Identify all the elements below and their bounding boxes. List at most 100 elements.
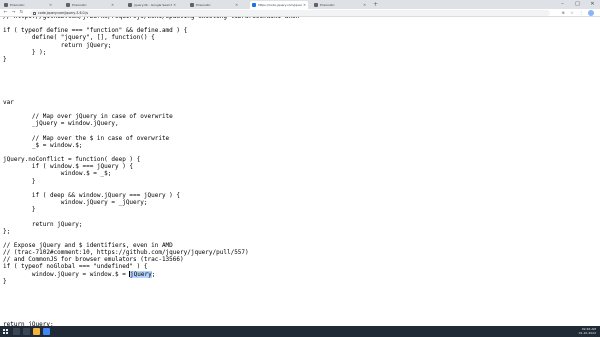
code-line-text: var: [3, 98, 14, 106]
code-line-text: // https://github.com/jrburke/requirejs/…: [3, 17, 299, 20]
code-line-text: // Map over jQuery in case of overwrite: [3, 113, 173, 121]
reload-button[interactable]: ↻: [18, 9, 25, 17]
task-view-icon[interactable]: [23, 328, 30, 335]
browser-tab[interactable]: Prisonatic ✕: [64, 1, 116, 9]
browser-tab-active[interactable]: https://code.jquery.com/jquery-3.6.0.js …: [250, 1, 308, 9]
tab-favicon-icon: [314, 3, 318, 7]
tab-title: Prisonatic: [72, 3, 87, 7]
code-line-text: _jQuery = window.jQuery,: [3, 120, 119, 128]
code-line-text: if ( window.$ === jQuery ) {: [3, 163, 134, 171]
code-line: }: [3, 56, 299, 63]
code-line-text: _$ = window.$;: [3, 141, 83, 149]
close-window-button[interactable]: ✕: [586, 0, 599, 9]
code-line-text: }: [3, 55, 7, 63]
menu-icon[interactable]: ⋮: [578, 10, 584, 16]
search-icon[interactable]: [13, 328, 20, 335]
tab-close-icon[interactable]: ✕: [49, 3, 52, 7]
code-line-text: define( "jquery", [], function() {: [3, 34, 155, 42]
code-line-text: }: [3, 277, 7, 285]
tab-title: jquery.db - Google Search: [134, 3, 173, 7]
tab-close-icon[interactable]: ✕: [303, 3, 306, 7]
code-line: // Expose jQuery and $ identifiers, even…: [3, 242, 299, 249]
code-line-text: // and CommonJS for browser emulators (t…: [3, 256, 184, 264]
code-line: // Map over the $ in case of overwrite: [3, 135, 299, 142]
bookmark-icon[interactable]: ☆: [569, 10, 575, 16]
tab-favicon-icon: [66, 3, 70, 7]
code-line: if ( window.$ === jQuery ) {: [3, 163, 299, 170]
code-line: // and CommonJS for browser emulators (t…: [3, 256, 299, 263]
code-line: // (trac-7102#comment:10, https://github…: [3, 249, 299, 256]
browser-tab[interactable]: Prisonatic ✕: [188, 1, 240, 9]
code-line: window.jQuery = window.$ = jQuery;: [3, 270, 299, 278]
new-tab-button[interactable]: +: [373, 1, 378, 8]
code-line: if ( typeof define === "function" && def…: [3, 27, 299, 34]
browser-tab[interactable]: Prisonatic ✕: [2, 1, 54, 9]
source-code: // https://github.com/jrburke/requirejs/…: [3, 17, 299, 326]
tab-favicon-icon: [190, 3, 194, 7]
back-button[interactable]: ←: [2, 9, 9, 17]
code-line-text: window.jQuery = _jQuery;: [3, 199, 148, 207]
code-line: var: [3, 99, 299, 106]
code-line: }: [3, 206, 299, 213]
code-line-text: };: [3, 227, 11, 235]
tab-title: Prisonatic: [320, 3, 335, 7]
code-line-text: return jQuery;: [3, 220, 83, 228]
maximize-button[interactable]: □: [571, 0, 584, 9]
tab-favicon-icon: [128, 3, 132, 7]
code-line-text: ;: [151, 270, 156, 278]
browser-tab[interactable]: jquery.db - Google Search ✕: [126, 1, 178, 9]
code-line-text: // (trac-7102#comment:10, https://github…: [3, 249, 249, 257]
minimize-button[interactable]: –: [556, 0, 569, 9]
tab-close-icon[interactable]: ✕: [235, 3, 238, 7]
code-line-text: }: [3, 206, 36, 214]
code-line: return jQuery;: [3, 221, 299, 228]
code-line: define( "jquery", [], function() {: [3, 34, 299, 41]
extensions-icon[interactable]: ⊕: [560, 10, 566, 16]
code-line: // https://github.com/jrburke/requirejs/…: [3, 17, 299, 20]
forward-button[interactable]: →: [10, 9, 17, 17]
code-line: window.$ = _$;: [3, 170, 299, 177]
tray-clock[interactable]: 09:46 AM 01-10-2022: [579, 327, 596, 335]
address-url[interactable]: code.jquery.com/jquery-3.6.0.js: [38, 11, 88, 15]
page-content: // https://github.com/jrburke/requirejs/…: [0, 17, 600, 326]
start-button[interactable]: [3, 329, 8, 334]
tab-close-icon[interactable]: ✕: [363, 3, 366, 7]
clock-date: 01-10-2022: [578, 331, 596, 335]
tab-strip: Prisonatic ✕ Prisonatic ✕ jquery.db - Go…: [0, 0, 600, 9]
browser-tab[interactable]: Prisonatic ✕: [312, 1, 368, 9]
code-line-text: return jQuery;: [3, 41, 112, 49]
code-line: jQuery.noConflict = function( deep ) {: [3, 156, 299, 163]
code-line-text: }: [3, 177, 36, 185]
profile-avatar[interactable]: [588, 10, 594, 16]
tab-close-icon[interactable]: ✕: [111, 3, 114, 7]
tab-title: Prisonatic: [196, 3, 211, 7]
lock-icon: [33, 11, 36, 15]
code-line-text: } );: [3, 48, 47, 56]
tab-favicon-icon: [252, 3, 256, 7]
address-bar[interactable]: code.jquery.com/jquery-3.6.0.js: [30, 10, 550, 16]
code-line: return jQuery;: [3, 42, 299, 49]
code-line: _$ = window.$;: [3, 142, 299, 149]
code-line: } );: [3, 49, 299, 56]
code-line: if ( deep && window.jQuery === jQuery ) …: [3, 192, 299, 199]
code-line-text: if ( typeof define === "function" && def…: [3, 27, 188, 35]
file-explorer-icon[interactable]: [33, 328, 40, 335]
code-line: }: [3, 278, 299, 285]
tab-favicon-icon: [4, 3, 8, 7]
code-line-text: window.$ = _$;: [3, 170, 112, 178]
code-line: window.jQuery = _jQuery;: [3, 199, 299, 206]
windows-taskbar: 09:46 AM 01-10-2022: [0, 326, 600, 337]
chrome-icon[interactable]: [43, 328, 50, 335]
code-line: }: [3, 178, 299, 185]
tab-close-icon[interactable]: ✕: [173, 3, 176, 7]
